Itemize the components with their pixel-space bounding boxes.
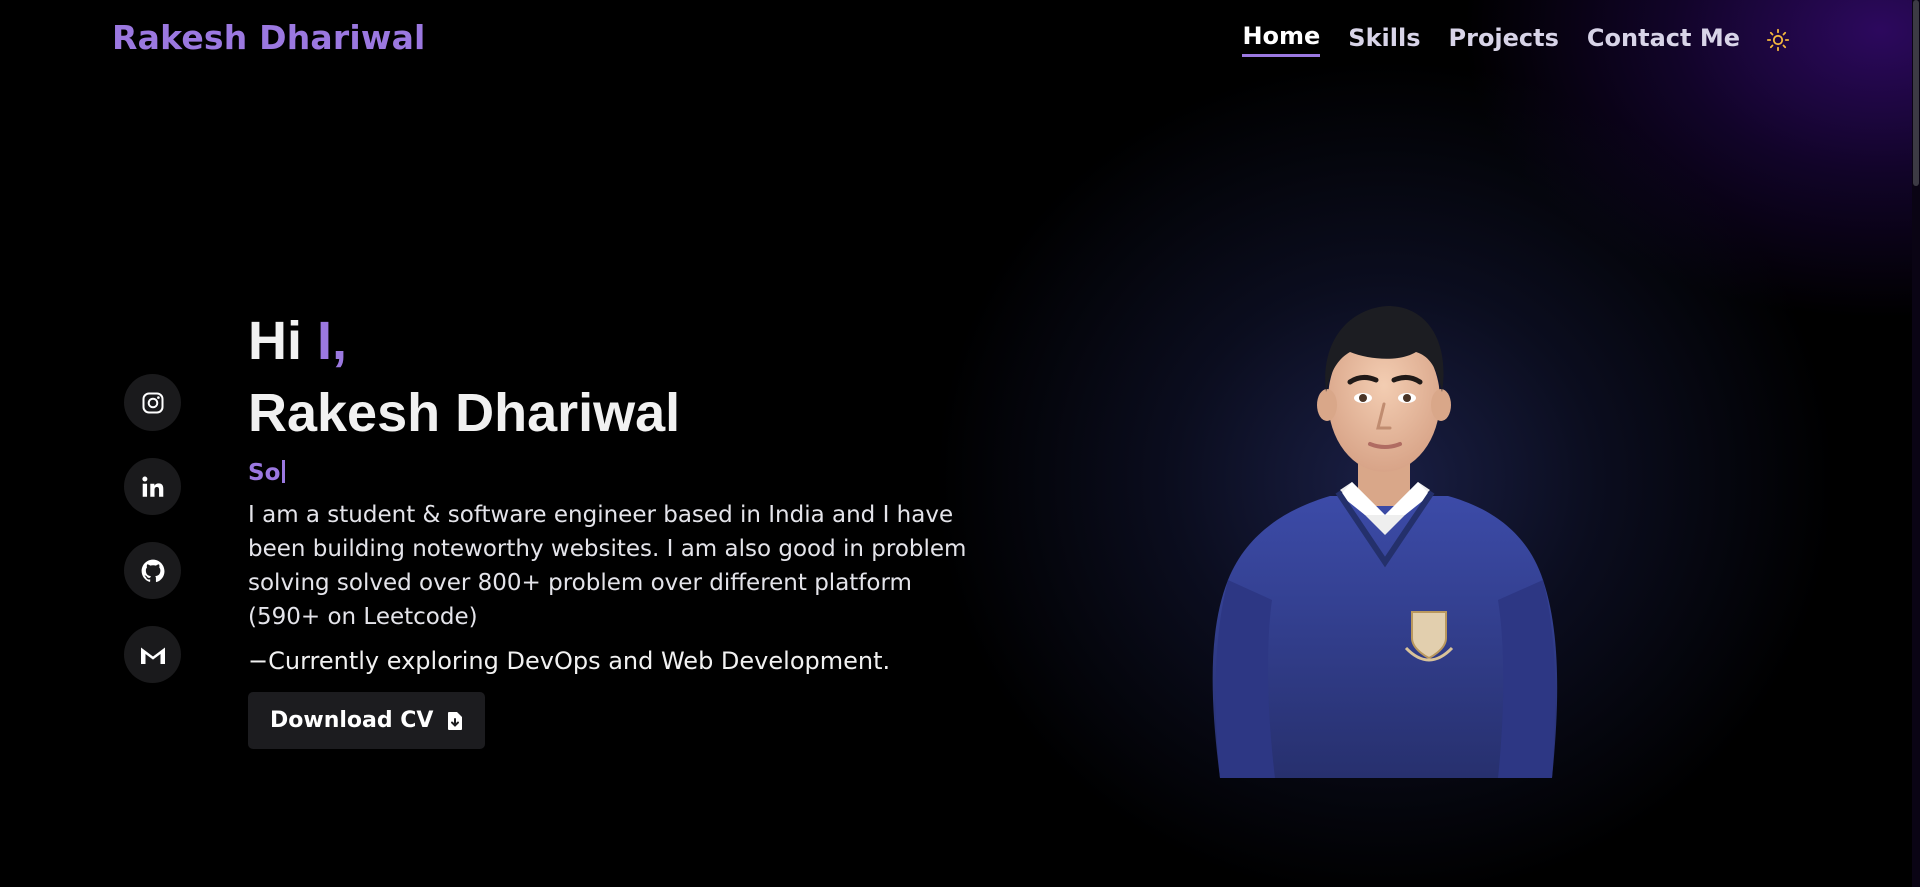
sun-icon bbox=[1766, 28, 1790, 51]
page-scrollbar[interactable] bbox=[1912, 0, 1920, 887]
hero-section: Hi I, Rakesh Dhariwal So I am a student … bbox=[248, 306, 988, 749]
nav-home[interactable]: Home bbox=[1242, 22, 1321, 57]
gmail-icon bbox=[140, 647, 165, 664]
exploring-text: −Currently exploring DevOps and Web Deve… bbox=[248, 647, 891, 675]
greeting-typed-text: I, bbox=[317, 311, 348, 371]
nav-skills[interactable]: Skills bbox=[1348, 24, 1420, 56]
linkedin-button[interactable] bbox=[124, 458, 181, 515]
scrollbar-thumb[interactable] bbox=[1913, 0, 1919, 186]
avatar-3d-image bbox=[1212, 306, 1558, 778]
bio-text: I am a student & software engineer based… bbox=[248, 502, 967, 630]
instagram-button[interactable] bbox=[124, 374, 181, 431]
nav-contact-me[interactable]: Contact Me bbox=[1587, 24, 1740, 56]
instagram-icon bbox=[142, 392, 163, 413]
nav-projects[interactable]: Projects bbox=[1449, 24, 1559, 56]
github-icon bbox=[141, 559, 164, 582]
github-button[interactable] bbox=[124, 542, 181, 599]
page: Rakesh Dhariwal Home Skills Projects Con… bbox=[0, 0, 1920, 887]
greeting-text: Hi bbox=[248, 311, 302, 371]
brand-logo-text[interactable]: Rakesh Dhariwal bbox=[112, 18, 426, 57]
greeting-heading: Hi I, bbox=[248, 306, 988, 376]
social-links bbox=[124, 374, 181, 683]
file-download-icon bbox=[448, 711, 463, 730]
linkedin-icon bbox=[141, 475, 163, 497]
download-cv-button[interactable]: Download CV bbox=[248, 692, 486, 749]
theme-toggle-button[interactable] bbox=[1764, 26, 1792, 54]
download-cv-label: Download CV bbox=[270, 708, 434, 733]
main-nav: Home Skills Projects Contact Me bbox=[1242, 22, 1792, 57]
typing-text: So bbox=[248, 460, 281, 486]
hero-name: Rakesh Dhariwal bbox=[248, 383, 681, 443]
typing-cursor bbox=[282, 460, 286, 483]
gmail-button[interactable] bbox=[124, 626, 181, 683]
typing-line: So bbox=[248, 458, 988, 488]
